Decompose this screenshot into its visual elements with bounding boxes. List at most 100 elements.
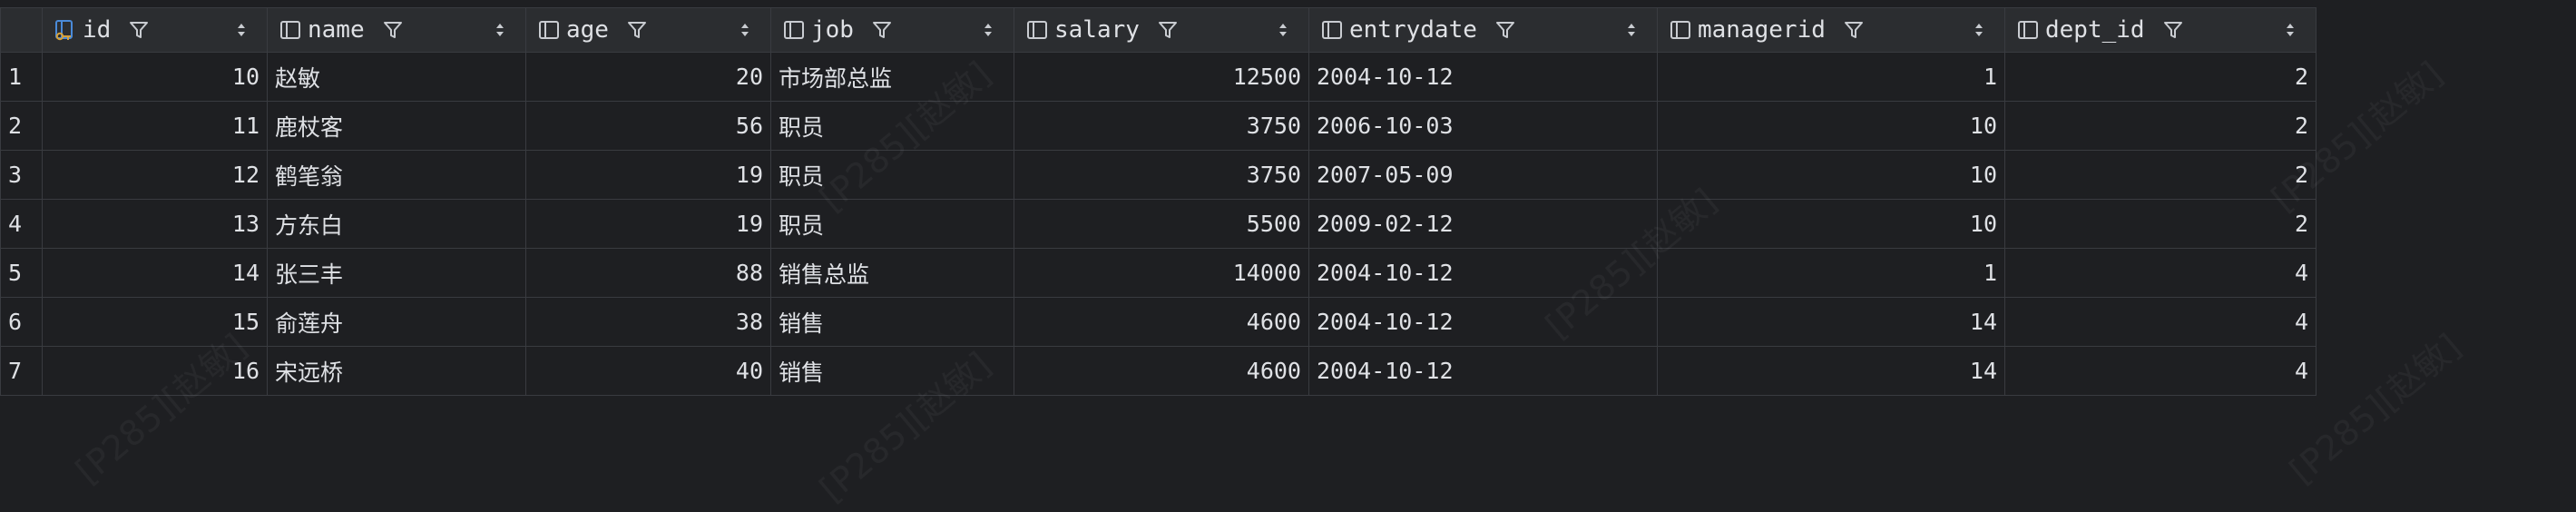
table-row[interactable]: 3 12 鹤笔翁 19 职员 3750 2007-05-09 10 2 bbox=[0, 150, 2316, 200]
cell-salary[interactable]: 3750 bbox=[1014, 101, 1309, 151]
cell-salary[interactable]: 5500 bbox=[1014, 199, 1309, 249]
cell-job[interactable]: 职员 bbox=[770, 150, 1014, 200]
cell-dept-id[interactable]: 4 bbox=[2004, 346, 2316, 396]
sort-icon[interactable] bbox=[739, 19, 750, 41]
cell-age[interactable]: 19 bbox=[525, 150, 771, 200]
cell-name[interactable]: 鹤笔翁 bbox=[267, 150, 526, 200]
cell-age[interactable]: 56 bbox=[525, 101, 771, 151]
cell-entrydate[interactable]: 2006-10-03 bbox=[1308, 101, 1658, 151]
row-number[interactable]: 2 bbox=[0, 101, 43, 151]
cell-dept-id[interactable]: 2 bbox=[2004, 101, 2316, 151]
table-row[interactable]: 4 13 方东白 19 职员 5500 2009-02-12 10 2 bbox=[0, 199, 2316, 249]
cell-id[interactable]: 16 bbox=[42, 346, 268, 396]
cell-age[interactable]: 38 bbox=[525, 297, 771, 347]
row-number[interactable]: 4 bbox=[0, 199, 43, 249]
sort-icon[interactable] bbox=[1278, 19, 1288, 41]
filter-icon[interactable] bbox=[1842, 18, 1866, 42]
cell-age[interactable]: 20 bbox=[525, 52, 771, 102]
cell-id[interactable]: 14 bbox=[42, 248, 268, 298]
cell-entrydate[interactable]: 2004-10-12 bbox=[1308, 346, 1658, 396]
table-row[interactable]: 7 16 宋远桥 40 销售 4600 2004-10-12 14 4 bbox=[0, 346, 2316, 396]
cell-managerid[interactable]: 14 bbox=[1657, 297, 2005, 347]
sort-icon[interactable] bbox=[495, 19, 505, 41]
cell-name[interactable]: 赵敏 bbox=[267, 52, 526, 102]
cell-managerid[interactable]: 1 bbox=[1657, 248, 2005, 298]
row-number[interactable]: 3 bbox=[0, 150, 43, 200]
cell-id[interactable]: 10 bbox=[42, 52, 268, 102]
filter-icon[interactable] bbox=[1156, 18, 1180, 42]
cell-dept-id[interactable]: 4 bbox=[2004, 297, 2316, 347]
cell-managerid[interactable]: 1 bbox=[1657, 52, 2005, 102]
cell-job[interactable]: 销售总监 bbox=[770, 248, 1014, 298]
cell-managerid[interactable]: 14 bbox=[1657, 346, 2005, 396]
row-number[interactable]: 5 bbox=[0, 248, 43, 298]
cell-managerid[interactable]: 10 bbox=[1657, 101, 2005, 151]
cell-name[interactable]: 俞莲舟 bbox=[267, 297, 526, 347]
cell-name[interactable]: 张三丰 bbox=[267, 248, 526, 298]
filter-icon[interactable] bbox=[1494, 18, 1517, 42]
cell-job[interactable]: 销售 bbox=[770, 346, 1014, 396]
cell-job[interactable]: 职员 bbox=[770, 101, 1014, 151]
table-row[interactable]: 1 10 赵敏 20 市场部总监 12500 2004-10-12 1 2 bbox=[0, 52, 2316, 102]
cell-name[interactable]: 宋远桥 bbox=[267, 346, 526, 396]
cell-salary[interactable]: 3750 bbox=[1014, 150, 1309, 200]
cell-age[interactable]: 88 bbox=[525, 248, 771, 298]
cell-name[interactable]: 方东白 bbox=[267, 199, 526, 249]
cell-entrydate[interactable]: 2009-02-12 bbox=[1308, 199, 1658, 249]
cell-dept-id[interactable]: 4 bbox=[2004, 248, 2316, 298]
cell-id[interactable]: 12 bbox=[42, 150, 268, 200]
sort-icon[interactable] bbox=[2285, 19, 2296, 41]
cell-job[interactable]: 市场部总监 bbox=[770, 52, 1014, 102]
column-header-managerid[interactable]: managerid bbox=[1657, 7, 2005, 53]
cell-managerid[interactable]: 10 bbox=[1657, 150, 2005, 200]
filter-icon[interactable] bbox=[625, 18, 649, 42]
sort-icon[interactable] bbox=[1626, 19, 1637, 41]
column-header-label: age bbox=[566, 16, 609, 44]
column-header-label: id bbox=[83, 16, 112, 44]
primary-key-column-icon bbox=[55, 20, 73, 41]
cell-entrydate[interactable]: 2007-05-09 bbox=[1308, 150, 1658, 200]
table-row[interactable]: 5 14 张三丰 88 销售总监 14000 2004-10-12 1 4 bbox=[0, 248, 2316, 298]
column-header-salary[interactable]: salary bbox=[1014, 7, 1309, 53]
cell-managerid[interactable]: 10 bbox=[1657, 199, 2005, 249]
column-header-age[interactable]: age bbox=[525, 7, 771, 53]
column-icon bbox=[1027, 21, 1047, 39]
row-number[interactable]: 1 bbox=[0, 52, 43, 102]
cell-id[interactable]: 13 bbox=[42, 199, 268, 249]
filter-icon[interactable] bbox=[127, 18, 151, 42]
filter-icon[interactable] bbox=[870, 18, 894, 42]
cell-dept-id[interactable]: 2 bbox=[2004, 52, 2316, 102]
column-header-id[interactable]: id bbox=[42, 7, 268, 53]
table-row[interactable]: 6 15 俞莲舟 38 销售 4600 2004-10-12 14 4 bbox=[0, 297, 2316, 347]
column-header-name[interactable]: name bbox=[267, 7, 526, 53]
column-icon bbox=[2018, 21, 2038, 39]
cell-job[interactable]: 销售 bbox=[770, 297, 1014, 347]
cell-id[interactable]: 11 bbox=[42, 101, 268, 151]
cell-salary[interactable]: 4600 bbox=[1014, 346, 1309, 396]
cell-age[interactable]: 40 bbox=[525, 346, 771, 396]
table-row[interactable]: 2 11 鹿杖客 56 职员 3750 2006-10-03 10 2 bbox=[0, 101, 2316, 151]
sort-icon[interactable] bbox=[983, 19, 994, 41]
column-header-job[interactable]: job bbox=[770, 7, 1014, 53]
cell-salary[interactable]: 14000 bbox=[1014, 248, 1309, 298]
cell-age[interactable]: 19 bbox=[525, 199, 771, 249]
cell-dept-id[interactable]: 2 bbox=[2004, 199, 2316, 249]
cell-name[interactable]: 鹿杖客 bbox=[267, 101, 526, 151]
corner-cell[interactable] bbox=[0, 7, 43, 53]
cell-job[interactable]: 职员 bbox=[770, 199, 1014, 249]
sort-icon[interactable] bbox=[1974, 19, 1984, 41]
row-number[interactable]: 6 bbox=[0, 297, 43, 347]
column-header-entrydate[interactable]: entrydate bbox=[1308, 7, 1658, 53]
filter-icon[interactable] bbox=[381, 18, 405, 42]
cell-entrydate[interactable]: 2004-10-12 bbox=[1308, 297, 1658, 347]
cell-id[interactable]: 15 bbox=[42, 297, 268, 347]
row-number[interactable]: 7 bbox=[0, 346, 43, 396]
cell-salary[interactable]: 4600 bbox=[1014, 297, 1309, 347]
cell-salary[interactable]: 12500 bbox=[1014, 52, 1309, 102]
cell-dept-id[interactable]: 2 bbox=[2004, 150, 2316, 200]
cell-entrydate[interactable]: 2004-10-12 bbox=[1308, 52, 1658, 102]
sort-icon[interactable] bbox=[236, 19, 247, 41]
column-header-dept-id[interactable]: dept_id bbox=[2004, 7, 2316, 53]
filter-icon[interactable] bbox=[2161, 18, 2185, 42]
cell-entrydate[interactable]: 2004-10-12 bbox=[1308, 248, 1658, 298]
